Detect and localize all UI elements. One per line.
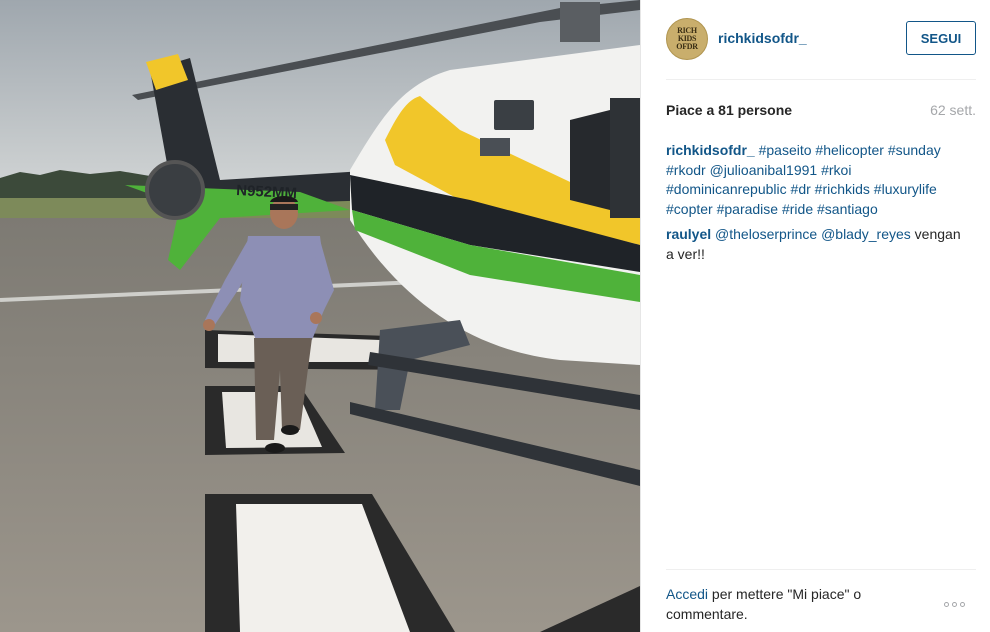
hashtag-link[interactable]: #dominicanrepublic [666, 181, 787, 197]
comment-author-link[interactable]: raulyel [666, 226, 711, 242]
caption: richkidsofdr_ #paseito #helicopter #sund… [666, 141, 966, 219]
post-sidebar: RICH KIDS OFDR richkidsofdr_ SEGUI Piace… [640, 0, 990, 632]
follow-button[interactable]: SEGUI [906, 21, 976, 55]
likes-count: Piace a 81 persone [666, 102, 793, 118]
helicopter-photo: N952MM [0, 0, 640, 632]
mention-link[interactable]: @blady_reyes [821, 226, 911, 242]
post-age[interactable]: 62 sett. [930, 102, 976, 118]
hashtag-link[interactable]: #ride [782, 201, 813, 217]
likes-row: Piace a 81 persone 62 sett. [666, 102, 976, 120]
hashtag-link[interactable]: #rkodr [666, 162, 706, 178]
hashtag-link[interactable]: #luxurylife [874, 181, 937, 197]
comments-list: richkidsofdr_ #paseito #helicopter #sund… [666, 141, 966, 270]
dot-icon [951, 601, 957, 607]
divider [666, 569, 976, 570]
hashtag-link[interactable]: #paseito [759, 142, 812, 158]
hashtag-link[interactable]: #helicopter [815, 142, 884, 158]
username-link[interactable]: richkidsofdr_ [718, 30, 807, 46]
login-prompt: Accedi per mettere "Mi piace" o commenta… [666, 585, 926, 624]
hashtag-link[interactable]: #paradise [717, 201, 779, 217]
more-options-icon[interactable] [940, 598, 968, 610]
hashtag-link[interactable]: #rkoi [821, 162, 851, 178]
dot-icon [959, 601, 965, 607]
hashtag-link[interactable]: #copter [666, 201, 713, 217]
hashtag-link[interactable]: #richkids [815, 181, 870, 197]
hashtag-link[interactable]: #santiago [817, 201, 878, 217]
login-link[interactable]: Accedi [666, 586, 708, 602]
dot-icon [943, 601, 949, 607]
mention-link[interactable]: @julioanibal1991 [710, 162, 818, 178]
hashtag-link[interactable]: #sunday [888, 142, 941, 158]
caption-author-link[interactable]: richkidsofdr_ [666, 142, 755, 158]
tree-line [0, 170, 150, 200]
hashtag-link[interactable]: #dr [791, 181, 811, 197]
mention-link[interactable]: @theloserprince [715, 226, 817, 242]
avatar-text-line: OFDR [676, 42, 698, 51]
avatar[interactable]: RICH KIDS OFDR [666, 18, 708, 60]
comment: raulyel @theloserprince @blady_reyes ven… [666, 225, 966, 264]
divider [666, 79, 976, 80]
post-photo[interactable]: N952MM [0, 0, 640, 632]
post-header: RICH KIDS OFDR richkidsofdr_ SEGUI [666, 16, 976, 60]
